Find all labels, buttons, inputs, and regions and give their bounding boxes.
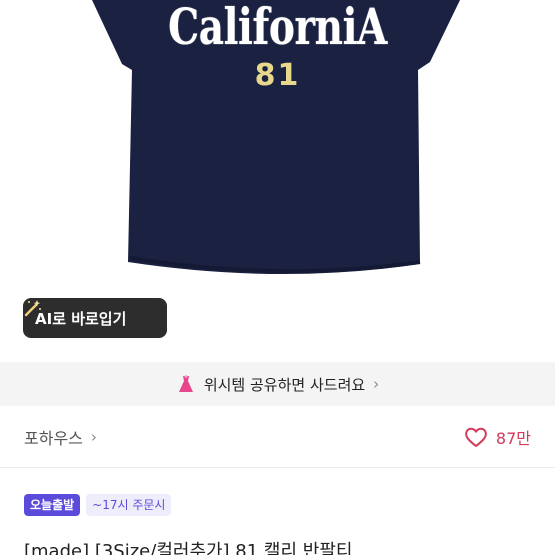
ai-try-on-label: AI로 바로입기 <box>35 309 127 328</box>
magic-wand-icon <box>24 300 41 317</box>
today-shipping-badge: 오늘출발 <box>24 494 81 516</box>
likes-count: 87만 <box>495 428 531 448</box>
shirt-print-title: CaliforniA <box>168 0 387 56</box>
wishlist-share-banner[interactable]: 위시템 공유하면 사드려요 › <box>0 362 555 406</box>
ai-try-on-button[interactable]: AI로 바로입기 <box>23 298 167 338</box>
seller-row: 포하우스 › 87만 <box>0 406 555 468</box>
seller-link[interactable]: 포하우스 › <box>24 425 97 449</box>
dress-icon <box>178 375 193 392</box>
product-title: [made] [3Size/컬러추가] 81 캘리 반팔티 <box>24 541 353 555</box>
cutoff-time-badge: ~17시 주문시 <box>86 494 172 516</box>
chevron-right-icon: › <box>90 427 97 446</box>
product-image[interactable]: CaliforniA 81 AI로 바로입기 <box>0 0 555 355</box>
shipping-badges: 오늘출발 ~17시 주문시 <box>24 494 172 516</box>
banner-text: 위시템 공유하면 사드려요 <box>203 375 366 394</box>
chevron-right-icon: › <box>373 375 380 393</box>
shirt-print-number: 81 <box>254 58 301 93</box>
like-button[interactable]: 87만 <box>464 425 531 449</box>
heart-outline-icon <box>465 427 487 447</box>
seller-name: 포하우스 <box>24 428 83 448</box>
